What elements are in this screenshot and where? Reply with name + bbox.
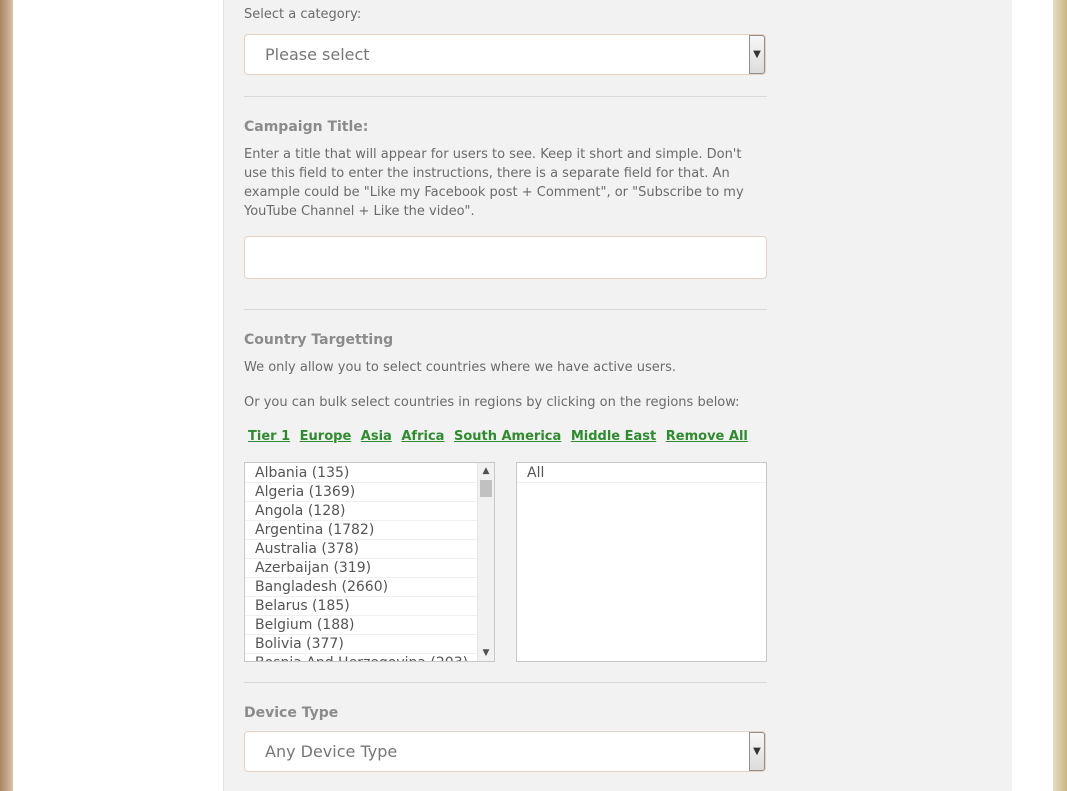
region-link-middle-east[interactable]: Middle East bbox=[571, 429, 656, 444]
list-item[interactable]: Albania (135) bbox=[245, 464, 494, 483]
page-background-right bbox=[1053, 0, 1067, 791]
campaign-title-input[interactable] bbox=[244, 236, 767, 279]
list-item[interactable]: Bosnia And Herzegovina (203) bbox=[245, 654, 494, 661]
region-link-tier-1[interactable]: Tier 1 bbox=[248, 429, 290, 444]
page-margin-right bbox=[1012, 0, 1053, 791]
chevron-down-icon[interactable]: ▼ bbox=[749, 732, 765, 771]
remove-all-link[interactable]: Remove All bbox=[666, 429, 748, 444]
region-link-south-america[interactable]: South America bbox=[454, 429, 561, 444]
list-item[interactable]: Bolivia (377) bbox=[245, 635, 494, 654]
list-item[interactable]: Algeria (1369) bbox=[245, 483, 494, 502]
list-item[interactable]: Belgium (188) bbox=[245, 616, 494, 635]
selected-countries-list[interactable]: All bbox=[516, 462, 767, 662]
list-item[interactable]: Belarus (185) bbox=[245, 597, 494, 616]
list-item[interactable]: Bangladesh (2660) bbox=[245, 578, 494, 597]
category-label: Select a category: bbox=[244, 7, 362, 22]
available-countries-list[interactable]: Albania (135) Algeria (1369) Angola (128… bbox=[244, 462, 495, 662]
region-link-africa[interactable]: Africa bbox=[401, 429, 444, 444]
category-select[interactable]: Please select ▼ bbox=[244, 34, 766, 75]
campaign-title-description: Enter a title that will appear for users… bbox=[244, 147, 744, 219]
country-note: We only allow you to select countries wh… bbox=[244, 360, 677, 375]
scrollbar[interactable]: ▲ ▼ bbox=[477, 463, 494, 661]
campaign-title-heading: Campaign Title: bbox=[244, 119, 369, 135]
device-type-select[interactable]: Any Device Type ▼ bbox=[244, 731, 766, 772]
region-link-europe[interactable]: Europe bbox=[300, 429, 352, 444]
device-type-select-value: Any Device Type bbox=[265, 742, 398, 761]
category-select-value: Please select bbox=[265, 45, 370, 64]
scroll-down-icon[interactable]: ▼ bbox=[478, 645, 494, 661]
scroll-up-icon[interactable]: ▲ bbox=[478, 463, 494, 479]
region-links: Tier 1 Europe Asia Africa South America … bbox=[248, 429, 753, 444]
list-item[interactable]: Argentina (1782) bbox=[245, 521, 494, 540]
country-targetting-heading: Country Targetting bbox=[244, 332, 394, 348]
scrollbar-thumb[interactable] bbox=[480, 480, 492, 497]
list-item[interactable]: All bbox=[517, 464, 766, 483]
list-item[interactable]: Angola (128) bbox=[245, 502, 494, 521]
device-type-heading: Device Type bbox=[244, 705, 339, 721]
list-item[interactable]: Australia (378) bbox=[245, 540, 494, 559]
divider bbox=[244, 96, 767, 97]
country-bulk-note: Or you can bulk select countries in regi… bbox=[244, 395, 740, 410]
chevron-down-icon[interactable]: ▼ bbox=[749, 35, 765, 74]
page-margin-left bbox=[13, 0, 223, 791]
region-link-asia[interactable]: Asia bbox=[361, 429, 392, 444]
list-item[interactable]: Azerbaijan (319) bbox=[245, 559, 494, 578]
divider bbox=[244, 682, 767, 683]
divider bbox=[244, 309, 767, 310]
